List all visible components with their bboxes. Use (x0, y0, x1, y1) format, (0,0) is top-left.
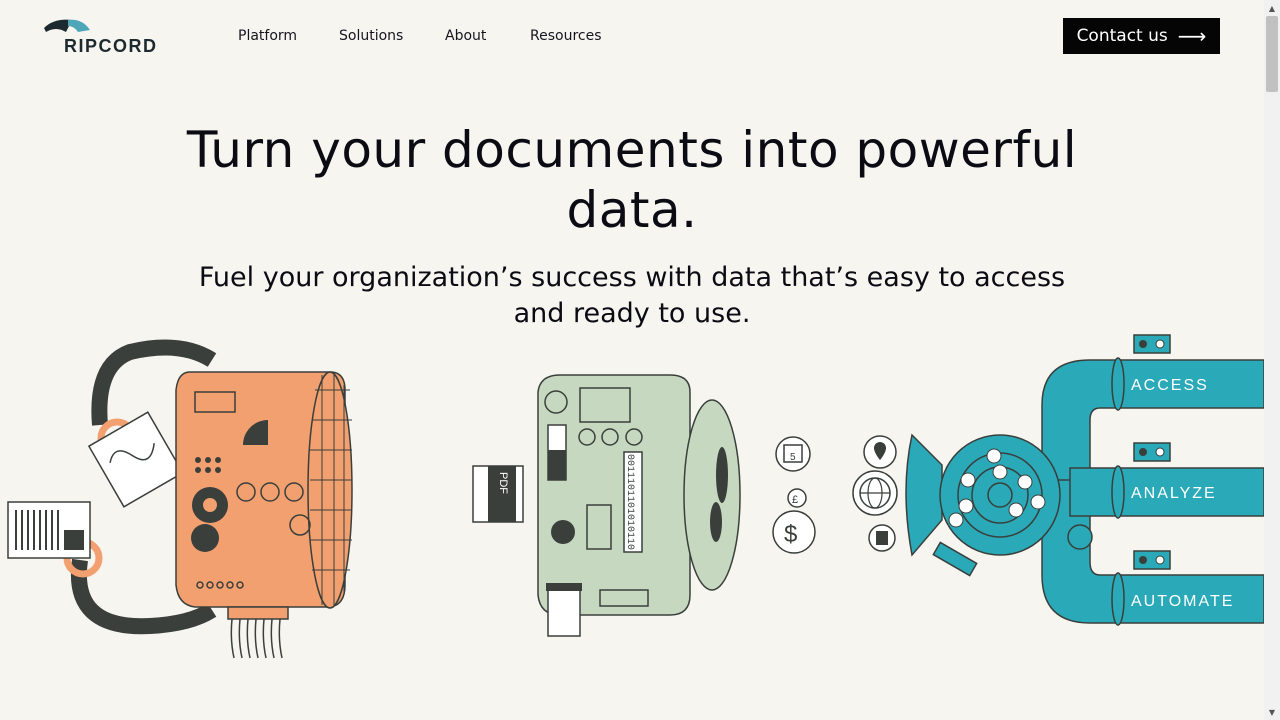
orange-machine-illustration (7, 339, 353, 659)
nav-item-resources[interactable]: Resources (530, 28, 602, 44)
dollar-icon: $ (772, 510, 816, 554)
nav-item-solutions[interactable]: Solutions (339, 28, 403, 44)
pipe-label-access: ACCESS (1131, 377, 1209, 394)
pipe-label-automate: AUTOMATE (1131, 593, 1234, 610)
nav-item-about[interactable]: About (445, 28, 486, 44)
site-header: RIPCORD Platform Solutions About Resourc… (0, 0, 1264, 72)
contact-us-label: Contact us (1076, 26, 1168, 46)
scroll-up-arrow-icon[interactable]: ▲ (1264, 0, 1280, 16)
pound-icon: £ (787, 488, 807, 508)
svg-text:$: $ (784, 521, 797, 548)
pdf-label: PDF (497, 472, 509, 494)
scrollbar-thumb[interactable] (1266, 16, 1278, 92)
logo-wordmark: RIPCORD (64, 36, 158, 56)
teal-pipes-illustration: ACCESS ANALYZE AUTOMATE (905, 334, 1264, 626)
hero-title: Turn your documents into powerful data. (186, 121, 1078, 239)
hero-subtitle: Fuel your organization’s success with da… (198, 262, 1066, 329)
sage-machine-illustration: PDF 0011101101010110 (472, 374, 741, 637)
calendar-day: 5 (790, 452, 796, 463)
document-icon (868, 524, 896, 552)
scroll-down-arrow-icon[interactable]: ▼ (1264, 704, 1280, 720)
binary-readout: 0011101101010110 (624, 454, 635, 550)
logo-mark-icon (44, 19, 90, 32)
nav-item-platform[interactable]: Platform (238, 28, 297, 44)
svg-text:£: £ (792, 494, 798, 506)
location-pin-icon (863, 435, 897, 469)
vertical-scrollbar[interactable]: ▲ ▼ (1264, 0, 1280, 720)
hero-illustration: PDF 0011101101010110 5 £ $ ACCESS ANALYZ… (7, 334, 1264, 659)
arrow-right-icon: ⟶ (1177, 24, 1207, 48)
contact-us-button[interactable]: Contact us ⟶ (1063, 18, 1220, 54)
globe-icon (852, 470, 898, 516)
calendar-icon: 5 (775, 436, 811, 472)
ripcord-logo[interactable]: RIPCORD (44, 18, 164, 58)
pipe-label-analyze: ANALYZE (1131, 485, 1217, 502)
